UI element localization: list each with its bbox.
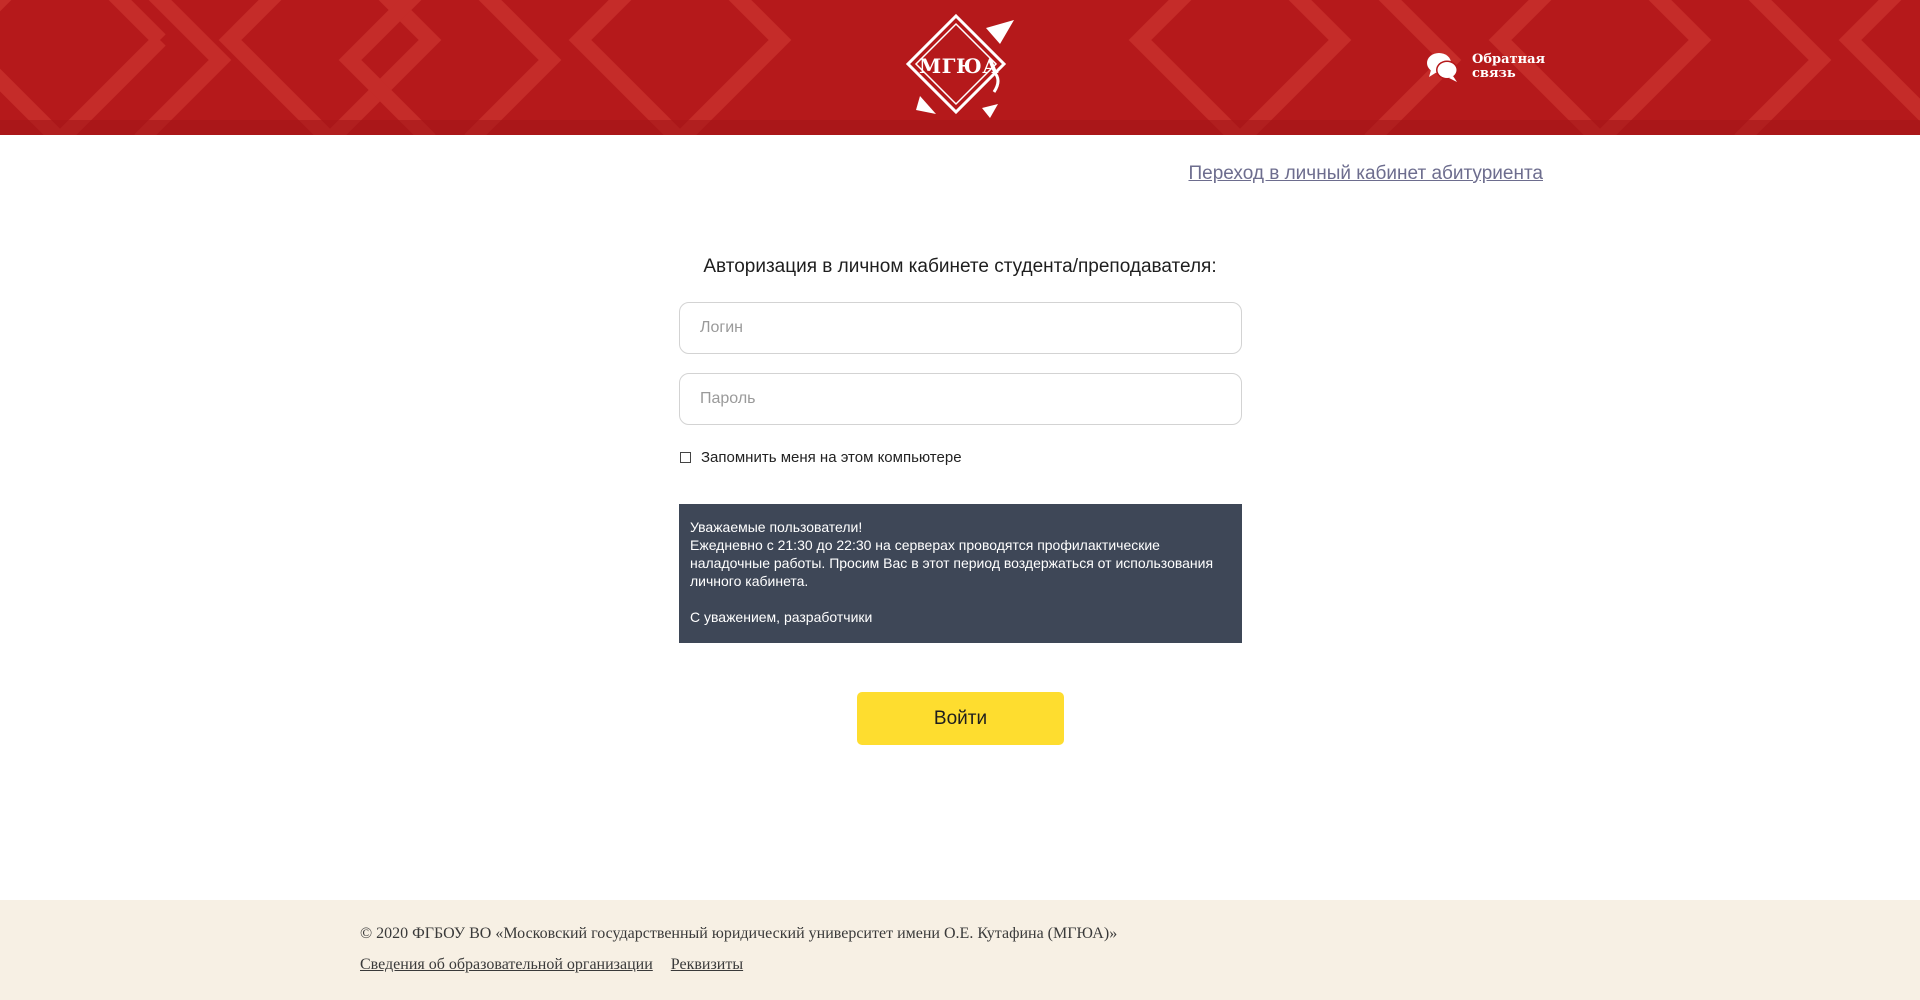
login-button[interactable]: Войти [857, 692, 1064, 745]
form-title: Авторизация в личном кабинете студента/п… [703, 256, 1217, 277]
login-page: МГЮА Обратная связь Переход в личный каб… [0, 0, 1920, 1000]
site-header: МГЮА Обратная связь [0, 0, 1920, 135]
notice-spacer [690, 590, 1231, 608]
remember-me-label: Запомнить меня на этом компьютере [701, 448, 962, 466]
notice-body: Ежедневно с 21:30 до 22:30 на серверах п… [690, 537, 1214, 589]
footer-link-requisites[interactable]: Реквизиты [671, 956, 743, 974]
chat-bubbles-icon [1427, 53, 1458, 82]
password-input[interactable] [679, 373, 1242, 425]
login-input[interactable] [679, 302, 1242, 354]
copyright-text: © 2020 ФГБОУ ВО «Московский государствен… [360, 925, 1118, 942]
remember-me-checkbox[interactable] [680, 451, 691, 463]
logo-text: МГЮА [919, 54, 999, 78]
applicant-cabinet-link[interactable]: Переход в личный кабинет абитуриента [1188, 163, 1543, 185]
remember-me-option[interactable]: Запомнить меня на этом компьютере [679, 447, 962, 467]
notice-greeting: Уважаемые пользователи! [690, 519, 863, 535]
site-footer [0, 900, 1920, 1000]
feedback-button[interactable]: Обратная связь [1426, 48, 1550, 86]
footer-link-org-info[interactable]: Сведения об образовательной организации [360, 956, 653, 974]
university-logo[interactable]: МГЮА [902, 10, 1016, 122]
notice-signature: С уважением, разработчики [690, 609, 873, 625]
maintenance-notice: Уважаемые пользователи! Ежедневно с 21:3… [679, 504, 1242, 643]
feedback-label: Обратная связь [1472, 52, 1546, 81]
footer-links: Сведения об образовательной организации … [360, 956, 761, 974]
